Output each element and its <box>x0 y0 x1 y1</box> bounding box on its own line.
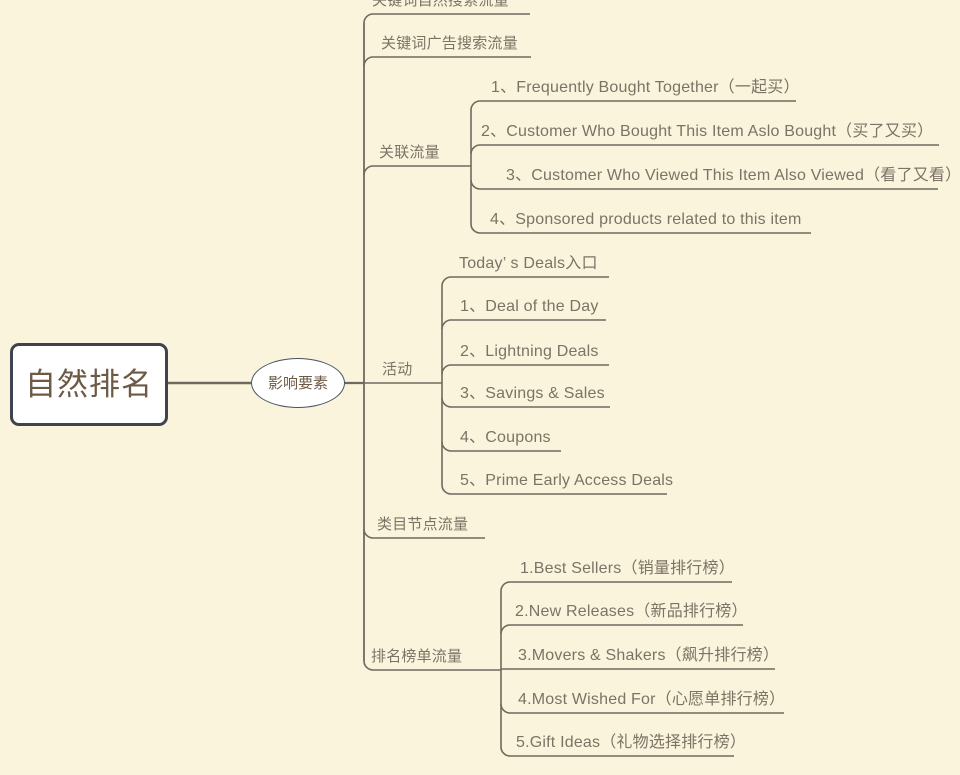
branch-keyword-ads[interactable]: 关键词广告搜索流量 <box>381 36 518 51</box>
branch-category-node-text: 类目节点流量 <box>377 516 469 533</box>
node-cwbtiab[interactable]: 2、Customer Who Bought This Item Aslo Bou… <box>481 124 933 140</box>
node-prime-early-access[interactable]: 5、Prime Early Access Deals <box>460 473 673 489</box>
node-cwbtiab-text: 2、Customer Who Bought This Item Aslo Bou… <box>481 123 934 140</box>
root-node[interactable]: 自然排名 <box>10 343 168 426</box>
node-gift-ideas-text: 5.Gift Ideas（礼物选择排行榜） <box>516 734 747 751</box>
branch-activity[interactable]: 活动 <box>382 362 412 377</box>
node-fbt[interactable]: 1、Frequently Bought Together（一起买） <box>491 80 800 96</box>
node-movers-shakers-text: 3.Movers & Shakers（飙升排行榜） <box>518 647 780 664</box>
node-new-releases[interactable]: 2.New Releases（新品排行榜） <box>515 604 748 620</box>
branch-activity-text: 活动 <box>382 361 413 378</box>
node-gift-ideas[interactable]: 5.Gift Ideas（礼物选择排行榜） <box>516 735 746 751</box>
hub-node-label: 影响要素 <box>267 374 328 392</box>
node-savings-sales[interactable]: 3、Savings & Sales <box>460 386 605 402</box>
node-cwvtiav[interactable]: 3、Customer Who Viewed This Item Also Vie… <box>506 168 960 184</box>
node-todays-deals-text: Today’ s Deals入口 <box>459 255 598 272</box>
node-cwvtiav-text: 3、Customer Who Viewed This Item Also Vie… <box>506 167 960 184</box>
branch-keyword-ads-text: 关键词广告搜索流量 <box>381 35 518 52</box>
node-movers-shakers[interactable]: 3.Movers & Shakers（飙升排行榜） <box>518 648 779 664</box>
node-todays-deals[interactable]: Today’ s Deals入口 <box>459 256 598 272</box>
branch-keyword-organic-text: 关键词自然搜索流量 <box>372 0 509 9</box>
branch-related-traffic[interactable]: 关联流量 <box>379 145 440 160</box>
node-coupons[interactable]: 4、Coupons <box>460 430 551 446</box>
node-coupons-text: 4、Coupons <box>460 429 551 446</box>
node-savings-sales-text: 3、Savings & Sales <box>460 385 605 402</box>
node-deal-of-the-day[interactable]: 1、Deal of the Day <box>460 299 599 315</box>
branch-category-node[interactable]: 类目节点流量 <box>377 517 468 532</box>
node-lightning-deals[interactable]: 2、Lightning Deals <box>460 344 599 360</box>
mindmap-canvas: 自然排名 影响要素 关键词自然搜索流量关键词广告搜索流量 关联流量 1、Freque… <box>0 0 960 775</box>
node-deal-of-the-day-text: 1、Deal of the Day <box>460 298 599 315</box>
branch-bestseller-lists[interactable]: 排名榜单流量 <box>371 649 462 664</box>
node-prime-early-access-text: 5、Prime Early Access Deals <box>460 472 674 489</box>
branch-keyword-organic[interactable]: 关键词自然搜索流量 <box>372 0 509 8</box>
node-best-sellers-text: 1.Best Sellers（销量排行榜） <box>520 560 735 577</box>
node-most-wished-for[interactable]: 4.Most Wished For（心愿单排行榜） <box>518 692 785 708</box>
node-lightning-deals-text: 2、Lightning Deals <box>460 343 599 360</box>
node-fbt-text: 1、Frequently Bought Together（一起买） <box>491 79 800 96</box>
hub-node-influence-factors[interactable]: 影响要素 <box>251 358 345 408</box>
node-sponsored-text: 4、Sponsored products related to this ite… <box>490 211 802 228</box>
branch-bestseller-lists-text: 排名榜单流量 <box>371 648 463 665</box>
branch-related-traffic-text: 关联流量 <box>379 144 440 161</box>
node-new-releases-text: 2.New Releases（新品排行榜） <box>515 603 748 620</box>
node-most-wished-for-text: 4.Most Wished For（心愿单排行榜） <box>518 691 786 708</box>
root-node-label: 自然排名 <box>25 367 153 402</box>
node-sponsored[interactable]: 4、Sponsored products related to this ite… <box>490 212 801 228</box>
node-best-sellers[interactable]: 1.Best Sellers（销量排行榜） <box>520 561 735 577</box>
